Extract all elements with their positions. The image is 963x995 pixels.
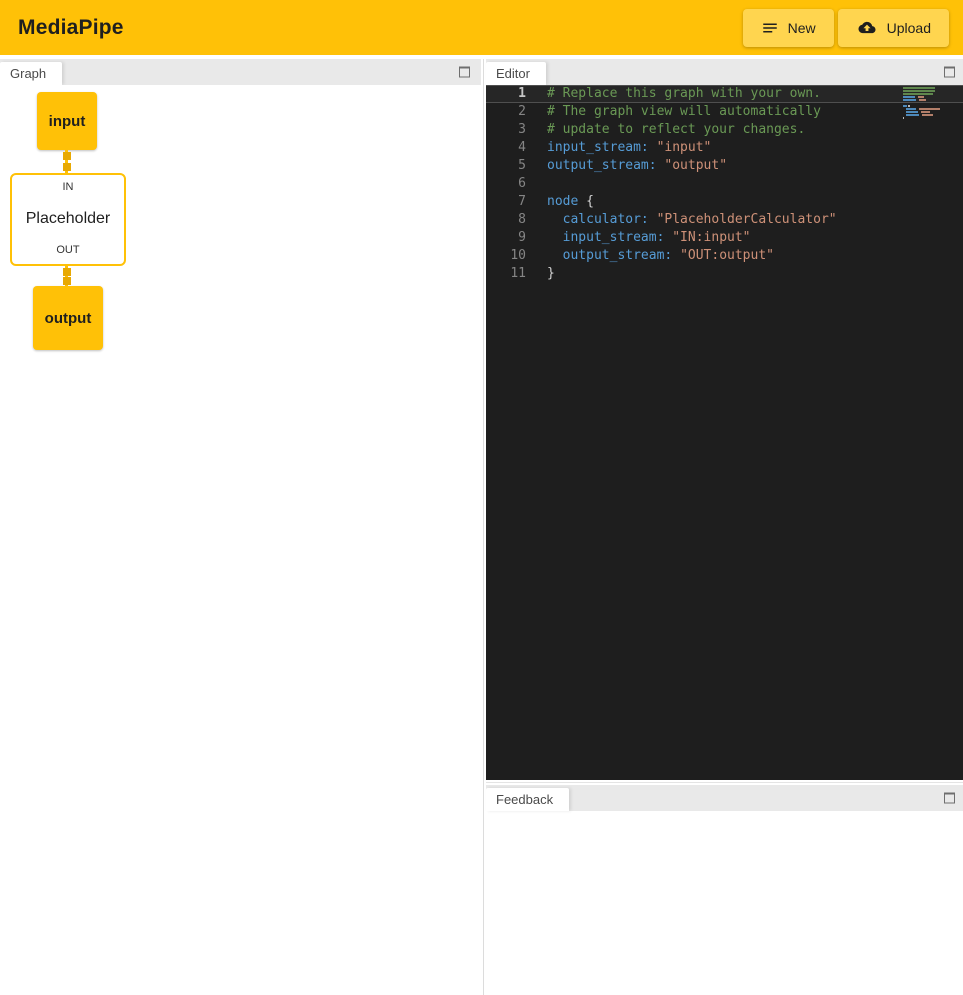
code-line[interactable]: 8 calculator: "PlaceholderCalculator" [486,211,963,229]
input-node-label: input [49,113,86,130]
tab-editor[interactable]: Editor [486,62,546,85]
line-number: 1 [486,85,526,103]
editor-panel: Editor 1# Replace this graph with your o… [486,59,963,780]
right-column: Editor 1# Replace this graph with your o… [486,59,963,995]
line-number: 6 [486,175,526,193]
upload-button[interactable]: Upload [838,9,949,47]
graph-node-placeholder[interactable]: IN Placeholder OUT [10,173,126,266]
graph-node-output[interactable]: output [33,286,103,350]
output-port-dot [63,152,71,160]
graph-maximize-icon[interactable] [459,67,470,78]
line-number: 3 [486,121,526,139]
app-header: MediaPipe New Upload [0,0,963,55]
code-line[interactable]: 11} [486,265,963,283]
placeholder-node-title: Placeholder [26,210,111,228]
code-line[interactable]: 3# update to reflect your changes. [486,121,963,139]
header-buttons: New Upload [743,9,949,47]
tab-feedback[interactable]: Feedback [486,788,569,811]
output-port-dot [63,268,71,276]
code-line[interactable]: 4input_stream: "input" [486,139,963,157]
feedback-tab-label: Feedback [496,792,553,807]
new-button-label: New [788,20,816,36]
code-line[interactable]: 2# The graph view will automatically [486,103,963,121]
code-line[interactable]: 9 input_stream: "IN:input" [486,229,963,247]
graph-tab-label: Graph [10,66,46,81]
code-line[interactable]: 7node { [486,193,963,211]
app-title: MediaPipe [18,16,124,40]
line-number: 2 [486,103,526,121]
code-line[interactable]: 10 output_stream: "OUT:output" [486,247,963,265]
code-lines: 1# Replace this graph with your own.2# T… [486,85,963,283]
input-port-dot [63,277,71,285]
code-line[interactable]: 6 [486,175,963,193]
line-number: 11 [486,265,526,283]
graph-tabbar: Graph [0,59,481,85]
feedback-tabbar: Feedback [486,785,963,811]
feedback-panel: Feedback [486,785,963,995]
line-number: 4 [486,139,526,157]
line-number: 7 [486,193,526,211]
menu-lines-icon [761,19,779,37]
line-number: 5 [486,157,526,175]
graph-node-input[interactable]: input [37,92,97,150]
code-editor[interactable]: 1# Replace this graph with your own.2# T… [486,85,963,780]
feedback-maximize-icon[interactable] [944,793,955,804]
code-line[interactable]: 1# Replace this graph with your own. [486,85,963,103]
minimap[interactable] [903,87,949,120]
feedback-content [486,811,963,995]
tab-graph[interactable]: Graph [0,62,62,85]
new-button[interactable]: New [743,9,834,47]
line-number: 9 [486,229,526,247]
editor-tab-label: Editor [496,66,530,81]
placeholder-in-label: IN [63,181,74,193]
output-node-label: output [45,310,92,327]
line-number: 8 [486,211,526,229]
upload-button-label: Upload [887,20,931,36]
workspace: Graph input IN Placeholder OUT output [0,55,963,995]
cloud-upload-icon [856,19,878,36]
code-line[interactable]: 5output_stream: "output" [486,157,963,175]
graph-canvas[interactable]: input IN Placeholder OUT output [0,85,481,995]
line-number: 10 [486,247,526,265]
graph-panel: Graph input IN Placeholder OUT output [0,59,481,995]
placeholder-out-label: OUT [56,244,79,256]
editor-tabbar: Editor [486,59,963,85]
input-port-dot [63,163,71,171]
editor-maximize-icon[interactable] [944,67,955,78]
